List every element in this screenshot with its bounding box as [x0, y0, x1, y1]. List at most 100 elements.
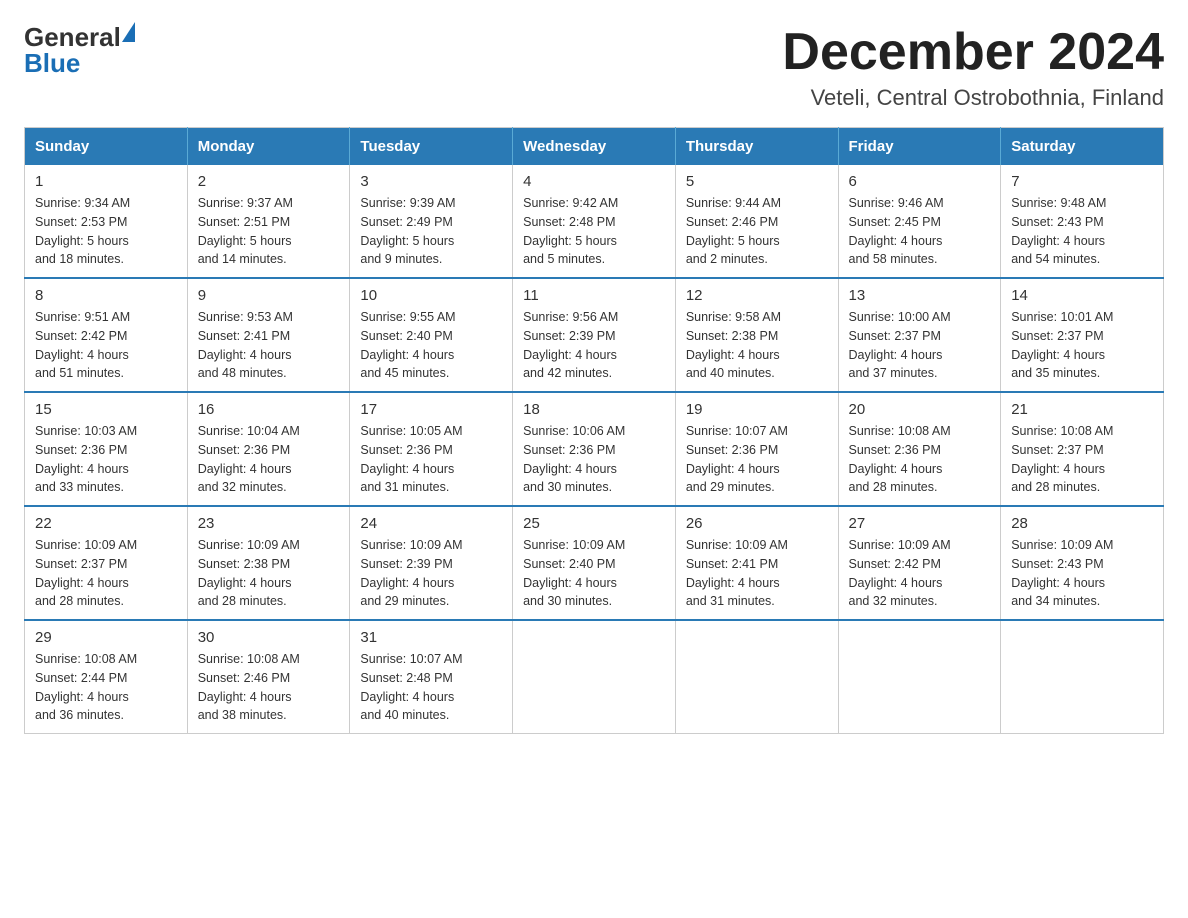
calendar-cell: 15Sunrise: 10:03 AMSunset: 2:36 PMDaylig…: [25, 392, 188, 506]
calendar-cell: 13Sunrise: 10:00 AMSunset: 2:37 PMDaylig…: [838, 278, 1001, 392]
day-number: 10: [360, 287, 502, 304]
day-info: Sunrise: 10:03 AMSunset: 2:36 PMDaylight…: [35, 422, 177, 497]
day-info: Sunrise: 10:09 AMSunset: 2:38 PMDaylight…: [198, 536, 340, 611]
calendar-cell: 6 Sunrise: 9:46 AMSunset: 2:45 PMDaylight…: [838, 165, 1001, 278]
calendar-cell: 5Sunrise: 9:44 AMSunset: 2:46 PMDaylight…: [675, 165, 838, 278]
header-saturday: Saturday: [1001, 128, 1164, 166]
calendar-cell: 21 Sunrise: 10:08 AMSunset: 2:37 PMDaylig…: [1001, 392, 1164, 506]
day-number: 13: [849, 287, 991, 304]
header-tuesday: Tuesday: [350, 128, 513, 166]
day-number: 20: [849, 401, 991, 418]
day-info: Sunrise: 9:53 AMSunset: 2:41 PMDaylight:…: [198, 308, 340, 383]
day-info: Sunrise: 9:48 AMSunset: 2:43 PMDaylight:…: [1011, 194, 1153, 269]
day-info: Sunrise: 10:09 AMSunset: 2:39 PMDaylight…: [360, 536, 502, 611]
day-number: 7: [1011, 173, 1153, 190]
day-info: Sunrise: 9:55 AMSunset: 2:40 PMDaylight:…: [360, 308, 502, 383]
day-info: Sunrise: 9:42 AMSunset: 2:48 PMDaylight:…: [523, 194, 665, 269]
calendar-cell: 2 Sunrise: 9:37 AMSunset: 2:51 PMDaylight…: [187, 165, 350, 278]
calendar-cell: [1001, 620, 1164, 734]
day-number: 31: [360, 629, 502, 646]
calendar-cell: 16 Sunrise: 10:04 AMSunset: 2:36 PMDaylig…: [187, 392, 350, 506]
day-number: 2: [198, 173, 340, 190]
header-thursday: Thursday: [675, 128, 838, 166]
calendar-cell: 4 Sunrise: 9:42 AMSunset: 2:48 PMDaylight…: [513, 165, 676, 278]
calendar-cell: 9Sunrise: 9:53 AMSunset: 2:41 PMDaylight…: [187, 278, 350, 392]
day-number: 8: [35, 287, 177, 304]
day-number: 5: [686, 173, 828, 190]
day-info: Sunrise: 10:08 AMSunset: 2:46 PMDaylight…: [198, 650, 340, 725]
day-number: 14: [1011, 287, 1153, 304]
day-info: Sunrise: 10:09 AMSunset: 2:43 PMDaylight…: [1011, 536, 1153, 611]
calendar-cell: 20 Sunrise: 10:08 AMSunset: 2:36 PMDaylig…: [838, 392, 1001, 506]
day-number: 1: [35, 173, 177, 190]
day-info: Sunrise: 10:07 AMSunset: 2:48 PMDaylight…: [360, 650, 502, 725]
day-number: 25: [523, 515, 665, 532]
calendar-cell: 7 Sunrise: 9:48 AMSunset: 2:43 PMDaylight…: [1001, 165, 1164, 278]
calendar-cell: 11 Sunrise: 9:56 AMSunset: 2:39 PMDayligh…: [513, 278, 676, 392]
day-number: 4: [523, 173, 665, 190]
calendar-cell: 30 Sunrise: 10:08 AMSunset: 2:46 PMDaylig…: [187, 620, 350, 734]
day-number: 24: [360, 515, 502, 532]
week-row-3: 15Sunrise: 10:03 AMSunset: 2:36 PMDaylig…: [25, 392, 1164, 506]
logo: General Blue: [24, 24, 135, 76]
day-info: Sunrise: 10:08 AMSunset: 2:37 PMDaylight…: [1011, 422, 1153, 497]
week-row-5: 29 Sunrise: 10:08 AMSunset: 2:44 PMDaylig…: [25, 620, 1164, 734]
calendar-cell: 27 Sunrise: 10:09 AMSunset: 2:42 PMDaylig…: [838, 506, 1001, 620]
calendar-cell: 8Sunrise: 9:51 AMSunset: 2:42 PMDaylight…: [25, 278, 188, 392]
day-number: 30: [198, 629, 340, 646]
day-info: Sunrise: 10:04 AMSunset: 2:36 PMDaylight…: [198, 422, 340, 497]
week-row-2: 8Sunrise: 9:51 AMSunset: 2:42 PMDaylight…: [25, 278, 1164, 392]
day-info: Sunrise: 10:01 AMSunset: 2:37 PMDaylight…: [1011, 308, 1153, 383]
week-row-4: 22Sunrise: 10:09 AMSunset: 2:37 PMDaylig…: [25, 506, 1164, 620]
day-info: Sunrise: 10:06 AMSunset: 2:36 PMDaylight…: [523, 422, 665, 497]
day-number: 16: [198, 401, 340, 418]
day-info: Sunrise: 9:56 AMSunset: 2:39 PMDaylight:…: [523, 308, 665, 383]
day-number: 21: [1011, 401, 1153, 418]
day-info: Sunrise: 10:05 AMSunset: 2:36 PMDaylight…: [360, 422, 502, 497]
day-info: Sunrise: 9:37 AMSunset: 2:51 PMDaylight:…: [198, 194, 340, 269]
day-number: 3: [360, 173, 502, 190]
calendar-cell: 1Sunrise: 9:34 AMSunset: 2:53 PMDaylight…: [25, 165, 188, 278]
calendar-cell: 10 Sunrise: 9:55 AMSunset: 2:40 PMDayligh…: [350, 278, 513, 392]
calendar-cell: 19 Sunrise: 10:07 AMSunset: 2:36 PMDaylig…: [675, 392, 838, 506]
day-info: Sunrise: 10:08 AMSunset: 2:44 PMDaylight…: [35, 650, 177, 725]
day-info: Sunrise: 10:07 AMSunset: 2:36 PMDaylight…: [686, 422, 828, 497]
calendar-cell: 26Sunrise: 10:09 AMSunset: 2:41 PMDaylig…: [675, 506, 838, 620]
calendar-cell: 12Sunrise: 9:58 AMSunset: 2:38 PMDayligh…: [675, 278, 838, 392]
day-number: 29: [35, 629, 177, 646]
calendar-cell: [513, 620, 676, 734]
calendar-cell: 23Sunrise: 10:09 AMSunset: 2:38 PMDaylig…: [187, 506, 350, 620]
calendar-cell: 14 Sunrise: 10:01 AMSunset: 2:37 PMDaylig…: [1001, 278, 1164, 392]
day-number: 6: [849, 173, 991, 190]
day-number: 22: [35, 515, 177, 532]
header-wednesday: Wednesday: [513, 128, 676, 166]
logo-triangle-icon: [122, 22, 135, 42]
day-number: 18: [523, 401, 665, 418]
header-sunday: Sunday: [25, 128, 188, 166]
day-info: Sunrise: 9:46 AMSunset: 2:45 PMDaylight:…: [849, 194, 991, 269]
page-header: General Blue December 2024 Veteli, Centr…: [24, 24, 1164, 111]
calendar-cell: 3 Sunrise: 9:39 AMSunset: 2:49 PMDaylight…: [350, 165, 513, 278]
location-subtitle: Veteli, Central Ostrobothnia, Finland: [782, 85, 1164, 111]
calendar-cell: 18 Sunrise: 10:06 AMSunset: 2:36 PMDaylig…: [513, 392, 676, 506]
calendar-cell: 17Sunrise: 10:05 AMSunset: 2:36 PMDaylig…: [350, 392, 513, 506]
calendar-table: SundayMondayTuesdayWednesdayThursdayFrid…: [24, 127, 1164, 734]
day-number: 27: [849, 515, 991, 532]
day-number: 11: [523, 287, 665, 304]
day-info: Sunrise: 10:09 AMSunset: 2:40 PMDaylight…: [523, 536, 665, 611]
logo-blue: Blue: [24, 48, 80, 78]
day-number: 19: [686, 401, 828, 418]
calendar-cell: 28Sunrise: 10:09 AMSunset: 2:43 PMDaylig…: [1001, 506, 1164, 620]
title-block: December 2024 Veteli, Central Ostrobothn…: [782, 24, 1164, 111]
day-info: Sunrise: 10:08 AMSunset: 2:36 PMDaylight…: [849, 422, 991, 497]
calendar-cell: [675, 620, 838, 734]
calendar-header-row: SundayMondayTuesdayWednesdayThursdayFrid…: [25, 128, 1164, 166]
day-number: 26: [686, 515, 828, 532]
day-info: Sunrise: 9:39 AMSunset: 2:49 PMDaylight:…: [360, 194, 502, 269]
calendar-cell: 31 Sunrise: 10:07 AMSunset: 2:48 PMDaylig…: [350, 620, 513, 734]
calendar-cell: [838, 620, 1001, 734]
day-number: 12: [686, 287, 828, 304]
calendar-cell: 29 Sunrise: 10:08 AMSunset: 2:44 PMDaylig…: [25, 620, 188, 734]
header-friday: Friday: [838, 128, 1001, 166]
day-info: Sunrise: 10:09 AMSunset: 2:42 PMDaylight…: [849, 536, 991, 611]
